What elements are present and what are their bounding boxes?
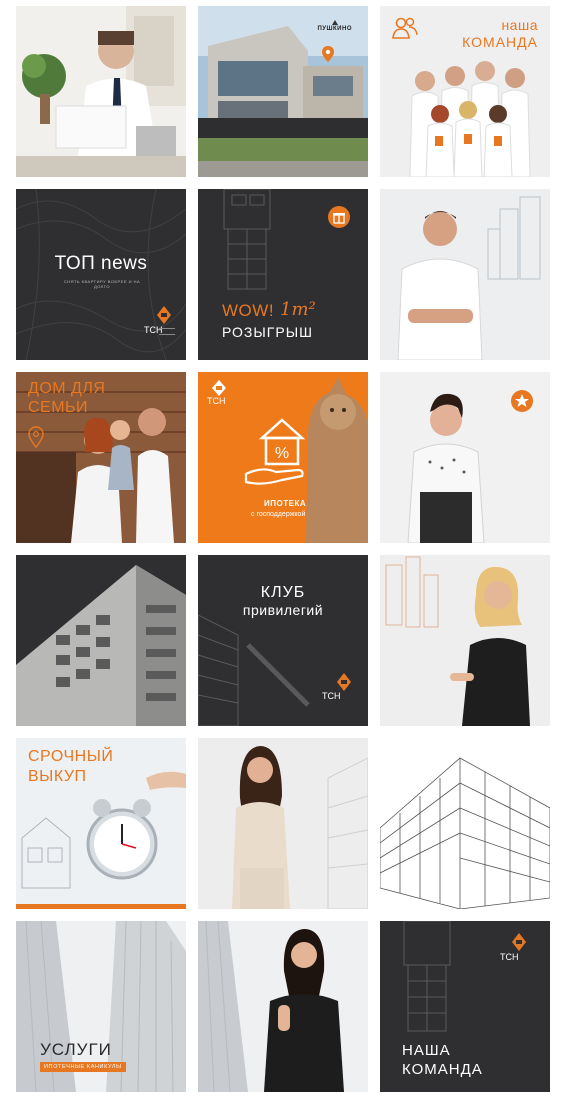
- tsn-logo-icon: [212, 380, 226, 396]
- buyout-title-line1: СРОЧНЫЙ: [28, 748, 114, 765]
- agent-beige-photo: [198, 738, 368, 909]
- agent-black-photo: [198, 921, 368, 1092]
- tsn-logo-text: ТСН: [322, 691, 341, 701]
- gift-icon: [333, 213, 345, 224]
- tsn-logo-text: ТСН: [500, 952, 519, 962]
- agent-blonde-photo: [380, 555, 550, 726]
- star-icon-badge: [511, 390, 533, 412]
- brand-block: ПУШКИНО: [317, 20, 352, 32]
- top-news-subtitle: СНЯТЬ КВАРТИРУ ВОБРЕЕ И НА ДОЛГО: [63, 279, 141, 289]
- club-title-line2: привилегий: [242, 602, 324, 618]
- our-team-line2: КОМАНДА: [402, 1061, 483, 1078]
- house-percent-hand-icon: %: [244, 418, 306, 485]
- family-home-title-line1: ДОМ ДЛЯ: [28, 380, 106, 397]
- tile-agent-woman-black[interactable]: [198, 921, 368, 1092]
- tile-urgent-buyout[interactable]: СРОЧНЫЙ ВЫКУП: [16, 738, 186, 909]
- team-heading-line1: наша: [501, 17, 538, 33]
- tile-our-team-photo[interactable]: наша КОМАНДА: [380, 6, 550, 177]
- tile-top-news[interactable]: ТОП news СНЯТЬ КВАРТИРУ ВОБРЕЕ И НА ДОЛГ…: [16, 189, 186, 360]
- tile-family-home[interactable]: ДОМ ДЛЯ СЕМЬИ: [16, 372, 186, 543]
- buyout-title-line2: ВЫКУП: [28, 768, 87, 785]
- tile-office-man[interactable]: [16, 6, 186, 177]
- top-news-title: ТОП news: [54, 253, 148, 274]
- team-heading-line2: КОМАНДА: [462, 34, 538, 50]
- star-icon: [515, 394, 529, 407]
- tsn-logo-icon: [337, 673, 351, 691]
- tile-agent-man[interactable]: [380, 189, 550, 360]
- tile-building-sketch[interactable]: [380, 738, 550, 909]
- tsn-logo-icon: [157, 306, 171, 324]
- tsn-logo-icon: [512, 933, 526, 951]
- location-pin-icon: [28, 426, 44, 448]
- tile-services[interactable]: УСЛУГИ ИПОТЕЧНЫЕ КАНИКУЛЫ: [16, 921, 186, 1092]
- tile-wow-giveaway[interactable]: WOW! 1m² РОЗЫГРЫШ: [198, 189, 368, 360]
- mortgage-subtitle: с господдержкой: [251, 511, 306, 518]
- mortgage-title: ИПОТЕКА: [264, 499, 307, 508]
- building-sketch: [198, 555, 368, 726]
- office-photo: [16, 6, 186, 177]
- tile-mortgage-support[interactable]: ТСН % ИПОТЕКА с господдержкой: [198, 372, 368, 543]
- building-photo: [16, 555, 186, 726]
- tile-agent-woman-star[interactable]: [380, 372, 550, 543]
- tile-agent-woman-blonde[interactable]: [380, 555, 550, 726]
- brand-mark-icon: [331, 20, 338, 25]
- sketch-building: [380, 738, 550, 909]
- tsn-logo-caption: [159, 328, 175, 335]
- svg-text:%: %: [275, 445, 289, 462]
- tile-agent-woman-beige[interactable]: [198, 738, 368, 909]
- tile-our-team[interactable]: ТСН НАША КОМАНДА: [380, 921, 550, 1092]
- tsn-logo-text: ТСН: [207, 396, 226, 406]
- tile-house-photo[interactable]: ПУШКИНО: [198, 6, 368, 177]
- tile-building-photo[interactable]: [16, 555, 186, 726]
- giveaway-title: РОЗЫГРЫШ: [222, 324, 313, 340]
- wow-label: WOW!: [222, 301, 275, 320]
- family-home-title-line2: СЕМЬИ: [28, 399, 89, 416]
- team-icon: [392, 17, 418, 39]
- tile-privilege-club[interactable]: КЛУБ привилегий ТСН: [198, 555, 368, 726]
- brand-line: ПУШКИНО: [317, 26, 352, 32]
- agent-man-photo: [380, 189, 550, 360]
- wow-script-label: 1m²: [280, 299, 316, 320]
- club-title-line1: КЛУБ: [260, 584, 306, 601]
- location-pin-icon: [322, 46, 334, 62]
- services-title: УСЛУГИ: [40, 1040, 112, 1059]
- gift-icon-badge: [328, 206, 350, 228]
- our-team-line1: НАША: [402, 1042, 451, 1059]
- services-tag: ИПОТЕЧНЫЕ КАНИКУЛЫ: [40, 1062, 126, 1072]
